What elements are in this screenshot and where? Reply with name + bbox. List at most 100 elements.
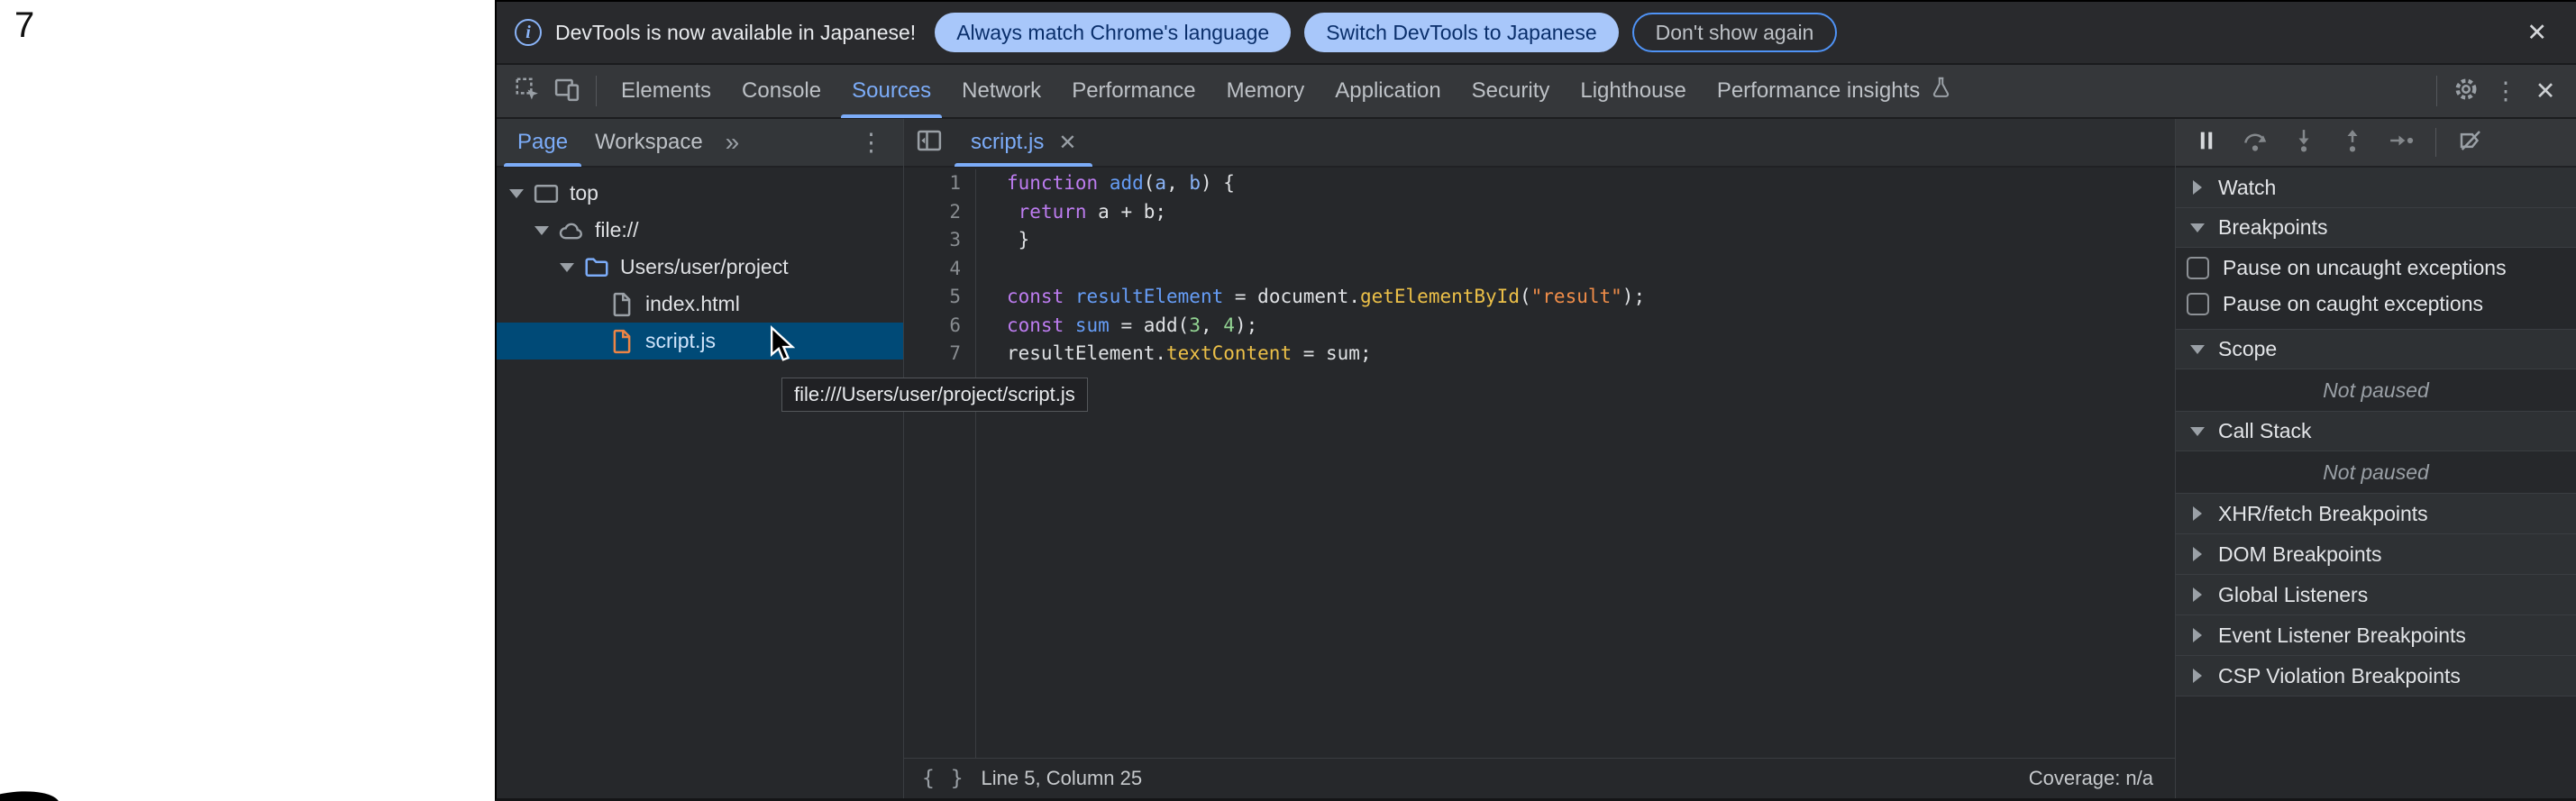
step-out-button[interactable] bbox=[2333, 123, 2372, 162]
deactivate-breakpoints-icon bbox=[2457, 127, 2484, 159]
line-number[interactable]: 4 bbox=[904, 255, 961, 284]
tab-label: Console bbox=[742, 78, 821, 104]
tree-item-script-js[interactable]: script.js bbox=[497, 323, 903, 360]
more-options-button[interactable]: ⋮ bbox=[2486, 71, 2526, 111]
chevron-down-icon bbox=[2188, 223, 2206, 232]
tree-item-users-user-project[interactable]: Users/user/project bbox=[497, 249, 903, 286]
debugger-toolbar bbox=[2176, 119, 2576, 168]
section-header-scope[interactable]: Scope bbox=[2176, 330, 2576, 369]
status-message: Not paused bbox=[2176, 369, 2576, 411]
format-button[interactable]: { } bbox=[922, 767, 965, 790]
step-button[interactable] bbox=[2381, 123, 2421, 162]
tab-workspace[interactable]: Workspace bbox=[581, 118, 717, 167]
tab-label: Security bbox=[1472, 78, 1550, 104]
status-message: Not paused bbox=[2176, 451, 2576, 493]
folder-icon bbox=[583, 254, 610, 281]
checkbox[interactable] bbox=[2187, 257, 2209, 279]
tree-item-file[interactable]: file:// bbox=[497, 212, 903, 249]
pause-icon bbox=[2193, 127, 2220, 159]
section-header-breakpoints[interactable]: Breakpoints bbox=[2176, 208, 2576, 248]
chevron-down-icon[interactable] bbox=[509, 189, 533, 198]
tab-label: Performance bbox=[1072, 78, 1195, 104]
line-number[interactable]: 7 bbox=[904, 340, 961, 369]
toolbar-divider bbox=[2436, 76, 2437, 106]
tree-item-index-html[interactable]: index.html bbox=[497, 286, 903, 323]
section-body: Pause on uncaught exceptionsPause on cau… bbox=[2176, 248, 2576, 329]
tab-label: Performance insights bbox=[1717, 78, 1920, 104]
chevron-right-icon bbox=[2188, 669, 2206, 683]
section-header-csp-violation-breakpoints[interactable]: CSP Violation Breakpoints bbox=[2176, 656, 2576, 696]
section-header-watch[interactable]: Watch bbox=[2176, 168, 2576, 207]
pause-button[interactable] bbox=[2187, 123, 2226, 162]
bottom-left-shape bbox=[0, 787, 61, 801]
tab-page[interactable]: Page bbox=[504, 118, 581, 167]
tab-label: Network bbox=[962, 78, 1041, 104]
section-header-event-listener-breakpoints[interactable]: Event Listener Breakpoints bbox=[2176, 615, 2576, 655]
tab-elements[interactable]: Elements bbox=[606, 64, 726, 118]
frame-icon bbox=[533, 180, 560, 207]
inspect-icon bbox=[514, 76, 541, 107]
tab-sources[interactable]: Sources bbox=[836, 64, 946, 118]
section-label: Event Listener Breakpoints bbox=[2218, 624, 2466, 648]
editor-pane: script.js ✕ 1234567 function add(a, b) {… bbox=[904, 119, 2175, 798]
inspect-element-button[interactable] bbox=[507, 71, 547, 111]
code-editor[interactable]: 1234567 function add(a, b) { return a + … bbox=[904, 168, 2175, 758]
close-icon[interactable]: ✕ bbox=[2521, 19, 2553, 47]
tab-security[interactable]: Security bbox=[1457, 64, 1566, 118]
deactivate-breakpoints-button[interactable] bbox=[2451, 123, 2490, 162]
chevron-down-icon bbox=[2188, 427, 2206, 436]
tree-item-top[interactable]: top bbox=[497, 175, 903, 212]
tab-lighthouse[interactable]: Lighthouse bbox=[1565, 64, 1701, 118]
device-toolbar-button[interactable] bbox=[547, 71, 587, 111]
line-number[interactable]: 3 bbox=[904, 226, 961, 255]
dont-show-again-button[interactable]: Don't show again bbox=[1632, 13, 1838, 52]
step-over-icon bbox=[2242, 127, 2269, 159]
section-header-call-stack[interactable]: Call Stack bbox=[2176, 412, 2576, 451]
tab-script-js[interactable]: script.js ✕ bbox=[955, 118, 1092, 167]
chevron-down-icon bbox=[2188, 345, 2206, 354]
toggle-navigator-button[interactable] bbox=[909, 123, 949, 162]
checkbox-row-pause-on-caught-exceptions: Pause on caught exceptions bbox=[2176, 286, 2576, 322]
tab-console[interactable]: Console bbox=[726, 64, 836, 118]
tab-application[interactable]: Application bbox=[1320, 64, 1456, 118]
file-icon bbox=[608, 291, 635, 318]
code-line bbox=[1007, 255, 2175, 284]
tab-performance[interactable]: Performance bbox=[1056, 64, 1210, 118]
sections-filler bbox=[2176, 696, 2576, 798]
line-number[interactable]: 6 bbox=[904, 312, 961, 341]
chevron-down-icon[interactable] bbox=[560, 263, 583, 272]
gear-icon bbox=[2453, 76, 2480, 107]
close-icon[interactable]: ✕ bbox=[1058, 130, 1076, 156]
code-content: function add(a, b) { return a + b; } con… bbox=[976, 169, 2175, 758]
section-header-dom-breakpoints[interactable]: DOM Breakpoints bbox=[2176, 534, 2576, 574]
tab-performance-insights[interactable]: Performance insights bbox=[1702, 64, 1969, 118]
code-line: const resultElement = document.getElemen… bbox=[1007, 283, 2175, 312]
chevron-down-icon[interactable] bbox=[534, 226, 558, 235]
page-background: 7 i DevTools is now available in Japanes… bbox=[0, 0, 2576, 801]
coverage-status: Coverage: n/a bbox=[2029, 767, 2153, 790]
file-path-tooltip: file:///Users/user/project/script.js bbox=[781, 378, 1088, 412]
switch-to-japanese-button[interactable]: Switch DevTools to Japanese bbox=[1304, 13, 1618, 52]
editor-tab-strip: script.js ✕ bbox=[904, 119, 2175, 168]
checkbox[interactable] bbox=[2187, 293, 2209, 315]
section-header-global-listeners[interactable]: Global Listeners bbox=[2176, 575, 2576, 614]
section-event-listener-breakpoints: Event Listener Breakpoints bbox=[2176, 614, 2576, 655]
cloud-icon bbox=[558, 217, 585, 244]
always-match-language-button[interactable]: Always match Chrome's language bbox=[935, 13, 1291, 52]
tree-item-label: file:// bbox=[595, 218, 639, 242]
double-chevron-icon[interactable]: » bbox=[717, 128, 747, 157]
kebab-icon[interactable]: ⋮ bbox=[846, 129, 896, 157]
step-into-button[interactable] bbox=[2284, 123, 2324, 162]
line-number[interactable]: 1 bbox=[904, 169, 961, 198]
navigator-tabs: Page Workspace » ⋮ bbox=[497, 119, 903, 168]
line-number[interactable]: 5 bbox=[904, 283, 961, 312]
close-devtools-button[interactable]: ✕ bbox=[2526, 71, 2565, 111]
step-over-button[interactable] bbox=[2235, 123, 2275, 162]
settings-button[interactable] bbox=[2446, 71, 2486, 111]
tab-memory[interactable]: Memory bbox=[1211, 64, 1320, 118]
section-header-xhr-fetch-breakpoints[interactable]: XHR/fetch Breakpoints bbox=[2176, 494, 2576, 533]
info-icon: i bbox=[515, 19, 542, 46]
section-label: XHR/fetch Breakpoints bbox=[2218, 502, 2428, 526]
tab-network[interactable]: Network bbox=[946, 64, 1056, 118]
line-number[interactable]: 2 bbox=[904, 198, 961, 227]
